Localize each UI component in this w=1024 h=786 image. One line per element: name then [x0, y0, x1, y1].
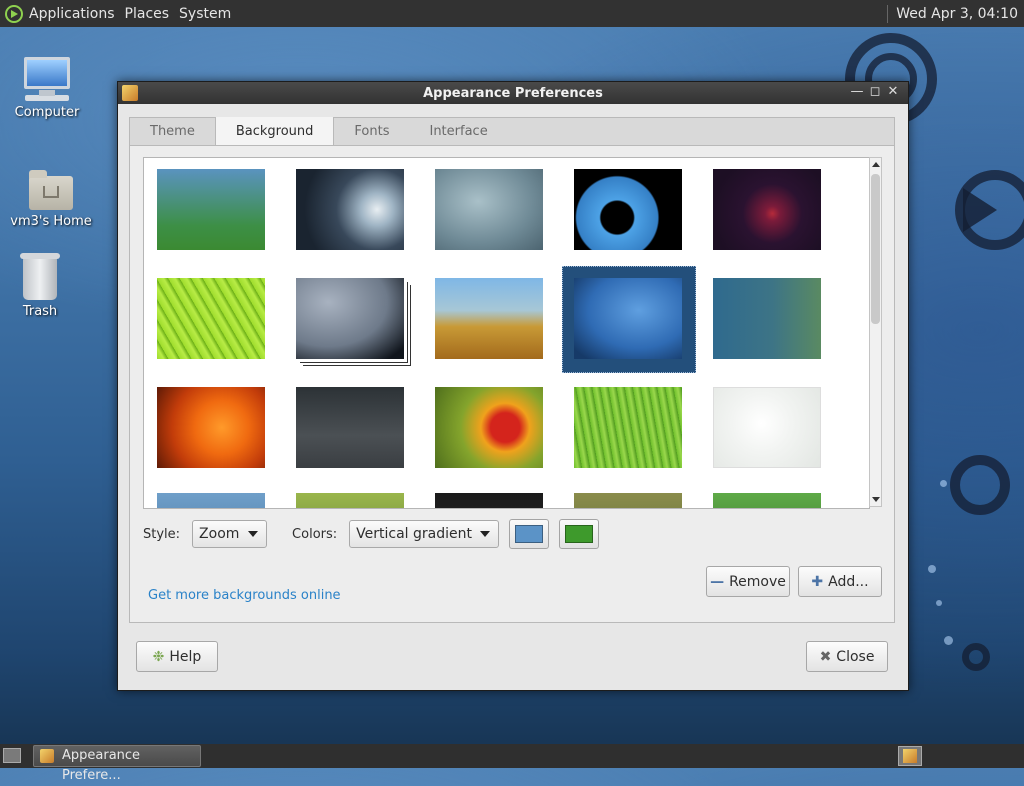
appearance-app-icon	[40, 749, 54, 763]
colors-label: Colors:	[292, 526, 338, 542]
distro-logo-icon[interactable]	[5, 4, 23, 23]
chevron-down-icon	[480, 531, 491, 537]
tray-appearance-icon[interactable]	[898, 746, 922, 766]
close-button[interactable]: ✖ Close	[806, 641, 888, 672]
background-thumbnail[interactable]	[296, 169, 404, 250]
wallpaper-bubble	[944, 636, 953, 645]
computer-icon	[2, 57, 92, 101]
get-more-backgrounds-link[interactable]: Get more backgrounds online	[148, 588, 341, 603]
desktop-icon-trash[interactable]: Trash	[0, 253, 85, 319]
wallpaper-bubble	[936, 600, 942, 606]
tab-theme[interactable]: Theme	[130, 118, 215, 146]
desktop-icon-home[interactable]: vm3's Home	[6, 170, 96, 229]
menu-system[interactable]: System	[179, 6, 231, 22]
chevron-down-icon	[248, 531, 259, 537]
trash-icon	[20, 253, 60, 300]
preferences-notebook: Theme Background Fonts Interface Style: …	[129, 117, 895, 623]
wallpaper-arrow-icon	[963, 188, 997, 232]
background-thumbnail[interactable]	[157, 169, 265, 250]
background-thumbnail[interactable]	[296, 278, 404, 359]
desktop-icon-label: Trash	[22, 304, 58, 319]
help-label: Help	[169, 648, 202, 665]
background-tab-page: Style: Zoom Colors: Vertical gradient Ge…	[129, 145, 895, 623]
add-label: Add...	[828, 573, 869, 590]
panel-separator	[887, 4, 889, 23]
show-desktop-icon[interactable]	[3, 748, 21, 763]
background-thumbnail[interactable]	[157, 493, 265, 508]
secondary-color-button[interactable]	[559, 519, 600, 549]
background-thumbnail[interactable]	[713, 169, 821, 250]
remove-label: Remove	[729, 573, 786, 590]
background-thumbnail[interactable]	[435, 493, 543, 508]
wallpaper-bubble	[940, 480, 947, 487]
colors-combo[interactable]: Vertical gradient	[349, 520, 500, 548]
close-label: Close	[836, 648, 875, 665]
maximize-button[interactable]: ◻	[868, 85, 882, 99]
style-label: Style:	[143, 526, 181, 542]
background-thumbnail[interactable]	[435, 278, 543, 359]
help-lifebuoy-icon: ❉	[152, 648, 165, 665]
appearance-preferences-window: Appearance Preferences — ◻ ✕ Theme Backg…	[117, 81, 909, 691]
window-close-button[interactable]: ✕	[886, 85, 900, 99]
background-thumbnail[interactable]	[574, 387, 682, 468]
background-thumbnail[interactable]	[435, 169, 543, 250]
background-controls: Style: Zoom Colors: Vertical gradient	[143, 518, 883, 550]
background-thumbnail[interactable]	[713, 387, 821, 468]
background-thumbnail[interactable]	[713, 493, 821, 508]
wallpaper-bubble	[928, 565, 936, 573]
tab-interface[interactable]: Interface	[409, 118, 507, 146]
background-thumbnail[interactable]	[435, 387, 543, 468]
minimize-button[interactable]: —	[850, 85, 864, 99]
background-thumbnail[interactable]	[713, 278, 821, 359]
taskbar-item-appearance[interactable]: Appearance Prefere...	[33, 745, 201, 783]
taskbar-item-label: Appearance Prefere...	[62, 748, 141, 783]
colors-combo-value: Vertical gradient	[356, 526, 472, 542]
primary-color-button[interactable]	[509, 519, 550, 549]
secondary-color-swatch	[565, 525, 594, 543]
remove-button[interactable]: — Remove	[706, 566, 790, 597]
background-thumbnail[interactable]	[296, 493, 404, 508]
appearance-app-icon	[122, 85, 138, 101]
menu-places[interactable]: Places	[125, 6, 170, 22]
scroll-up-icon[interactable]	[872, 162, 880, 167]
top-panel: Applications Places System Wed Apr 3, 04…	[0, 0, 1024, 27]
home-folder-icon	[29, 170, 73, 210]
background-thumbnail[interactable]	[157, 278, 265, 359]
tab-background[interactable]: Background	[214, 117, 335, 146]
add-button[interactable]: ✚ Add...	[798, 566, 882, 597]
plus-icon: ✚	[811, 573, 824, 590]
scroll-down-icon[interactable]	[872, 497, 880, 502]
clock[interactable]: Wed Apr 3, 04:10	[896, 6, 1018, 22]
help-button[interactable]: ❉ Help	[136, 641, 218, 672]
primary-color-swatch	[515, 525, 544, 543]
background-thumbnail[interactable]	[574, 493, 682, 508]
background-gallery[interactable]	[143, 157, 870, 509]
tab-fonts[interactable]: Fonts	[334, 118, 409, 146]
wallpaper-ring-icon	[950, 455, 1010, 515]
desktop-icon-label: vm3's Home	[10, 214, 92, 229]
bottom-panel: Appearance Prefere...	[0, 744, 1024, 783]
gallery-scrollbar[interactable]	[869, 157, 882, 507]
background-thumbnail[interactable]	[574, 278, 682, 359]
background-thumbnail[interactable]	[296, 387, 404, 468]
desktop-icon-label: Computer	[14, 105, 80, 120]
background-thumbnail[interactable]	[157, 387, 265, 468]
background-thumbnail[interactable]	[574, 169, 682, 250]
minus-icon: —	[710, 573, 725, 590]
style-combo-value: Zoom	[199, 526, 240, 542]
menu-applications[interactable]: Applications	[29, 6, 115, 22]
style-combo[interactable]: Zoom	[192, 520, 268, 548]
scrollbar-thumb[interactable]	[871, 174, 880, 324]
close-icon: ✖	[819, 648, 832, 665]
wallpaper-ring-icon	[962, 643, 990, 671]
desktop-icon-computer[interactable]: Computer	[2, 57, 92, 120]
tab-bar: Theme Background Fonts Interface	[129, 117, 895, 146]
window-titlebar[interactable]: Appearance Preferences — ◻ ✕	[118, 82, 908, 104]
window-title: Appearance Preferences	[423, 85, 603, 101]
